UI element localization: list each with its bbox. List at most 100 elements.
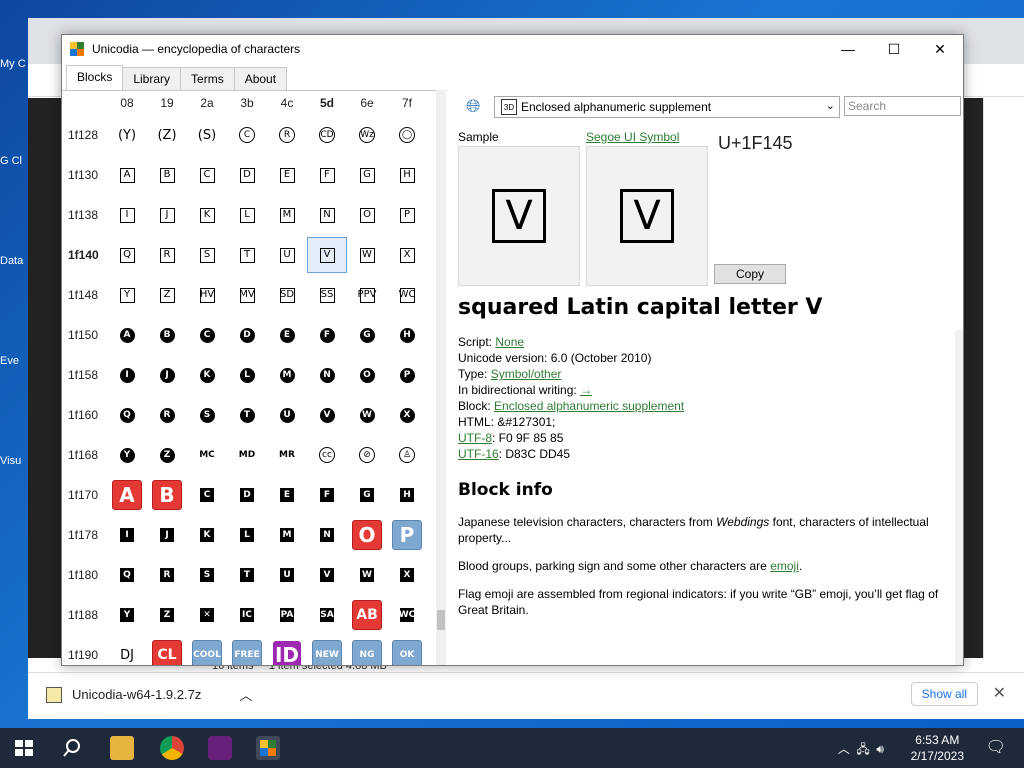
character-cell[interactable]: A xyxy=(107,157,147,193)
visual-studio-icon[interactable] xyxy=(208,736,232,760)
character-cell[interactable]: V xyxy=(307,237,347,273)
title-bar[interactable]: Unicodia — encyclopedia of characters — … xyxy=(62,35,963,63)
character-cell[interactable]: H xyxy=(387,157,427,193)
character-cell[interactable]: MD xyxy=(227,437,267,473)
character-cell[interactable]: X xyxy=(387,397,427,433)
character-cell[interactable]: O xyxy=(347,517,387,553)
character-cell[interactable]: ⊘ xyxy=(347,437,387,473)
tab-terms[interactable]: Terms xyxy=(180,67,235,90)
character-cell[interactable]: H xyxy=(387,317,427,353)
character-cell[interactable]: I xyxy=(107,357,147,393)
character-cell[interactable]: K xyxy=(187,357,227,393)
character-cell[interactable]: AB xyxy=(347,597,387,633)
character-cell[interactable]: N xyxy=(307,357,347,393)
download-item[interactable]: Unicodia-w64-1.9.2.7z ︿ xyxy=(46,685,252,704)
character-cell[interactable]: P xyxy=(387,197,427,233)
character-cell[interactable]: D xyxy=(227,477,267,513)
close-icon[interactable]: ✕ xyxy=(993,683,1006,703)
character-cell[interactable]: C xyxy=(187,477,227,513)
character-cell[interactable]: WC xyxy=(387,277,427,313)
character-cell[interactable]: (S) xyxy=(187,117,227,153)
character-cell[interactable]: X xyxy=(387,237,427,273)
character-cell[interactable]: MV xyxy=(227,277,267,313)
character-cell[interactable]: V xyxy=(307,557,347,593)
character-cell[interactable]: D xyxy=(227,157,267,193)
character-cell[interactable]: K xyxy=(187,517,227,553)
character-cell[interactable]: Q xyxy=(107,397,147,433)
character-cell[interactable]: I xyxy=(107,197,147,233)
system-tray[interactable]: ︿ 🖧︎ 🔊︎ xyxy=(838,740,884,761)
search-icon[interactable] xyxy=(60,736,84,760)
character-cell[interactable]: (Z) xyxy=(147,117,187,153)
detail-vertical-scrollbar[interactable] xyxy=(955,330,963,665)
unicodia-taskbar-icon[interactable] xyxy=(256,736,280,760)
search-input[interactable]: Search xyxy=(844,96,961,116)
character-cell[interactable]: Z xyxy=(147,437,187,473)
character-cell[interactable]: L xyxy=(227,197,267,233)
character-cell[interactable]: N xyxy=(307,197,347,233)
emoji-link[interactable]: emoji xyxy=(770,559,799,573)
character-cell[interactable]: I xyxy=(107,517,147,553)
character-cell[interactable]: R xyxy=(147,557,187,593)
character-cell[interactable]: Q xyxy=(107,237,147,273)
character-cell[interactable]: WC xyxy=(387,597,427,633)
bidi-link[interactable]: → xyxy=(580,383,592,397)
character-cell[interactable]: B xyxy=(147,157,187,193)
character-cell[interactable]: COOL xyxy=(187,637,227,665)
character-cell[interactable]: OK xyxy=(387,637,427,665)
chrome-icon[interactable] xyxy=(160,736,184,760)
block-select[interactable]: 3D Enclosed alphanumeric supplement ⌄ xyxy=(494,96,840,118)
tab-library[interactable]: Library xyxy=(122,67,182,90)
close-button[interactable]: ✕ xyxy=(917,35,963,63)
character-cell[interactable]: B xyxy=(147,477,187,513)
character-cell[interactable]: E xyxy=(267,317,307,353)
character-cell[interactable]: P xyxy=(387,357,427,393)
character-cell[interactable]: W xyxy=(347,237,387,273)
character-cell[interactable]: K xyxy=(187,197,227,233)
character-cell[interactable]: IC xyxy=(227,597,267,633)
font-link[interactable]: Segoe UI Symbol xyxy=(586,130,679,144)
character-cell[interactable]: SD xyxy=(267,277,307,313)
character-cell[interactable]: PPV xyxy=(347,277,387,313)
character-cell[interactable]: NEW xyxy=(307,637,347,665)
character-cell[interactable]: O xyxy=(347,197,387,233)
character-cell[interactable]: NG xyxy=(347,637,387,665)
character-cell[interactable]: N xyxy=(307,517,347,553)
grid-vertical-scrollbar[interactable] xyxy=(436,90,446,665)
character-cell[interactable]: P xyxy=(387,517,427,553)
character-cell[interactable]: L xyxy=(227,357,267,393)
character-cell[interactable]: PA xyxy=(267,597,307,633)
character-cell[interactable]: DJ xyxy=(107,637,147,665)
type-link[interactable]: Symbol/other xyxy=(491,367,562,381)
character-cell[interactable]: ◯ xyxy=(387,117,427,153)
character-cell[interactable]: CD xyxy=(307,117,347,153)
character-cell[interactable]: (Y) xyxy=(107,117,147,153)
character-cell[interactable]: J xyxy=(147,197,187,233)
character-cell[interactable]: U xyxy=(267,557,307,593)
character-cell[interactable]: R xyxy=(147,237,187,273)
show-all-button[interactable]: Show all xyxy=(910,682,978,706)
character-cell[interactable]: cc xyxy=(307,437,347,473)
character-cell[interactable]: R xyxy=(147,397,187,433)
clock[interactable]: 6:53 AM 2/17/2023 xyxy=(911,732,964,764)
character-cell[interactable]: Q xyxy=(107,557,147,593)
character-cell[interactable]: G xyxy=(347,477,387,513)
character-cell[interactable]: W xyxy=(347,397,387,433)
desktop-icon-visual-studio[interactable]: Visu xyxy=(0,455,30,467)
scrollbar-thumb[interactable] xyxy=(437,610,445,630)
character-cell[interactable]: T xyxy=(227,557,267,593)
character-cell[interactable]: M xyxy=(267,357,307,393)
character-cell[interactable]: CL xyxy=(147,637,187,665)
file-explorer-icon[interactable] xyxy=(110,736,134,760)
character-cell[interactable]: Y xyxy=(107,277,147,313)
character-cell[interactable]: E xyxy=(267,477,307,513)
character-cell[interactable]: F xyxy=(307,477,347,513)
desktop-icon-event[interactable]: Eve xyxy=(0,355,30,367)
character-cell[interactable]: D xyxy=(227,317,267,353)
character-cell[interactable]: J xyxy=(147,517,187,553)
character-cell[interactable]: ♙ xyxy=(387,437,427,473)
character-cell[interactable]: A xyxy=(107,317,147,353)
character-cell[interactable]: HV xyxy=(187,277,227,313)
character-cell[interactable]: W xyxy=(347,557,387,593)
character-cell[interactable]: G xyxy=(347,157,387,193)
